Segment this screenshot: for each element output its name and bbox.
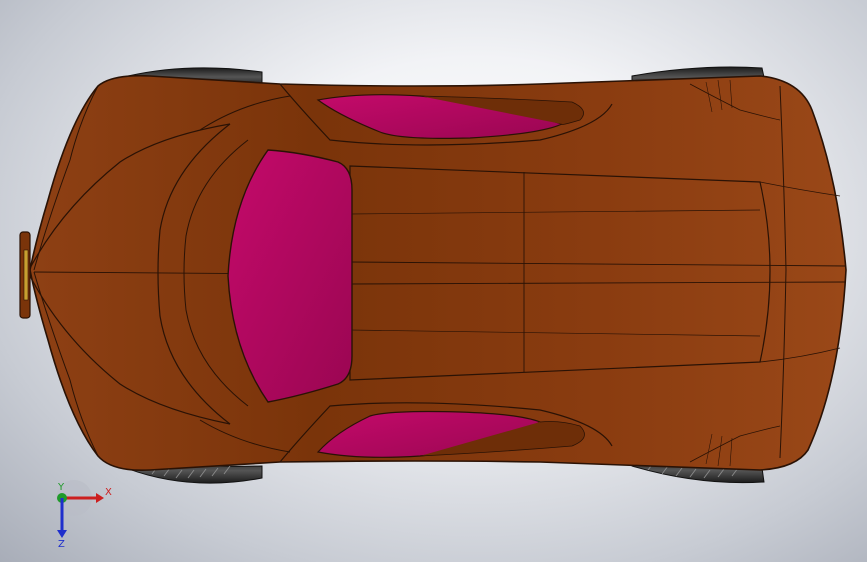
reference-triad[interactable]: X Y Z [44,478,114,548]
windshield [227,149,353,403]
x-axis-arrowhead [96,493,104,503]
z-axis-label: Z [58,539,65,548]
car-model-top-view[interactable] [0,0,867,562]
z-axis-arrowhead [57,530,67,538]
3d-viewport[interactable]: X Y Z [0,0,867,562]
x-axis-label: X [105,487,112,498]
y-axis-label: Y [57,482,65,493]
